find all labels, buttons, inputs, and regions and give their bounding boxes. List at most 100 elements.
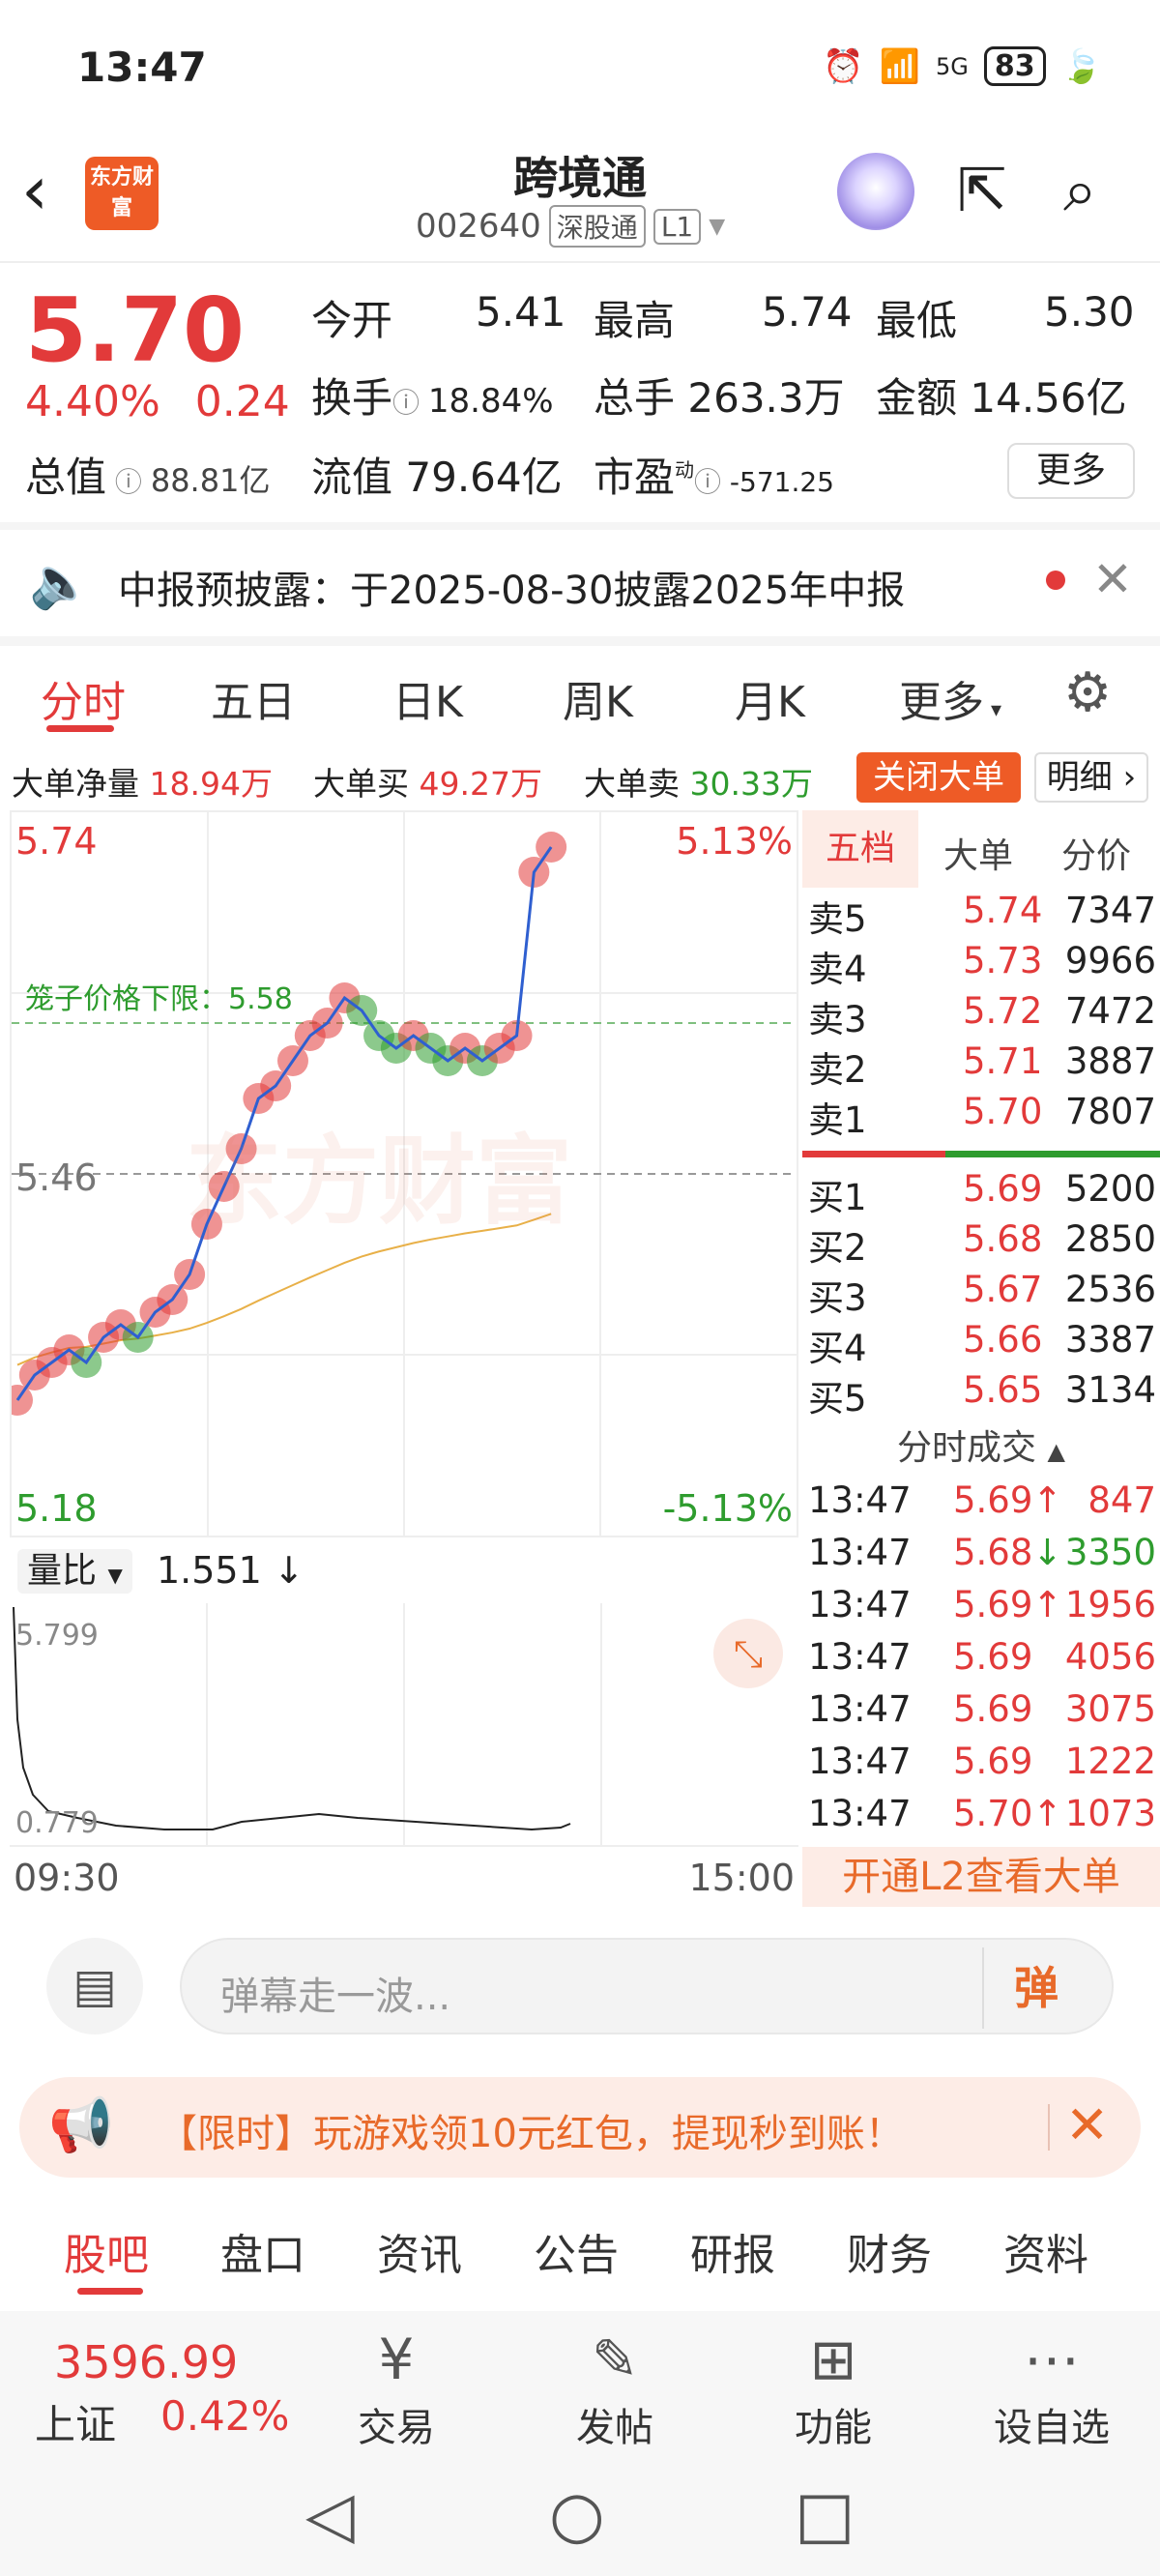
divider	[0, 636, 1160, 646]
document-icon[interactable]: ▤	[46, 1938, 143, 2034]
detail-button[interactable]: 明细 ›	[1034, 752, 1148, 803]
trade-time: 13:47	[808, 1688, 912, 1730]
close-icon[interactable]: ✕	[1065, 2094, 1109, 2155]
ask-row[interactable]: 卖2 5.71 3887	[808, 1040, 1156, 1091]
level-label: 买3	[808, 1277, 867, 1319]
tab-daily-k[interactable]: 日K	[392, 667, 463, 729]
level-label: 买4	[808, 1328, 867, 1369]
tab-news[interactable]: 资讯	[377, 2220, 462, 2282]
home-nav-icon[interactable]: ○	[549, 2477, 605, 2552]
functions-button[interactable]: ⊞ 功能	[766, 2328, 901, 2452]
volume-label: 总手	[594, 374, 676, 422]
back-nav-icon[interactable]: ◁	[305, 2477, 355, 2552]
close-icon[interactable]: ✕	[1092, 551, 1133, 607]
unread-dot	[1046, 571, 1065, 590]
level-price: 5.72	[963, 990, 1043, 1032]
more-button[interactable]: 更多	[1007, 443, 1135, 499]
bid-row[interactable]: 买5 5.65 3134	[808, 1369, 1156, 1420]
notice-bar[interactable]: 🔈 中报预披露：于2025-08-30披露2025年中报 ✕	[0, 530, 1160, 636]
level-price: 5.73	[963, 940, 1043, 981]
trades-header[interactable]: 分时成交 ▲	[802, 1420, 1160, 1474]
level-volume: 2850	[1064, 1218, 1156, 1260]
recents-nav-icon[interactable]: □	[795, 2477, 855, 2552]
float-cap-value: 79.64亿	[405, 454, 563, 501]
index-value[interactable]: 3596.99	[54, 2336, 238, 2388]
trade-price: 5.69	[953, 1741, 1033, 1782]
expand-icon[interactable]: ⤡	[713, 1619, 783, 1688]
trade-direction: ↑	[1032, 1793, 1063, 1834]
open-value: 5.41	[476, 288, 566, 336]
l2-upgrade-banner[interactable]: 开通L2查看大单	[802, 1847, 1160, 1907]
assistant-avatar-icon[interactable]	[837, 153, 914, 230]
bid-row[interactable]: 买4 5.66 3387	[808, 1319, 1156, 1369]
ask-row[interactable]: 卖5 5.74 7347	[808, 890, 1156, 940]
promo-text[interactable]: 【限时】玩游戏领10元红包，提现秒到账！	[159, 2102, 904, 2158]
high-value: 5.74	[762, 288, 853, 336]
tab-big-orders[interactable]: 大单	[943, 828, 1013, 878]
tab-more[interactable]: 更多 ▾	[899, 667, 1001, 729]
promo-banner[interactable]: 📢 【限时】玩游戏领10元红包，提现秒到账！ ✕	[19, 2077, 1141, 2178]
share-icon[interactable]: ⇱	[957, 155, 1007, 225]
status-bar: 13:47 ⏰ 📶 5G 83 🍃	[0, 0, 1160, 145]
gear-icon[interactable]: ⚙	[1063, 661, 1112, 724]
level-price: 5.68	[963, 1218, 1043, 1260]
ask-row[interactable]: 卖4 5.73 9966	[808, 940, 1156, 990]
danmaku-input[interactable]: 弹幕走一波... 弹	[180, 1938, 1114, 2034]
trade-direction: ↑	[1032, 1479, 1063, 1521]
stock-header: ‹ 东方财富 跨境通 002640 深股通 L1 ▼ ⇱ ⌕	[0, 135, 1160, 261]
bid-row[interactable]: 买3 5.67 2536	[808, 1269, 1156, 1319]
info-icon[interactable]: ⓘ	[694, 466, 730, 498]
indicator-select[interactable]: 量比 ▼	[17, 1549, 132, 1594]
ask-row[interactable]: 卖3 5.72 7472	[808, 990, 1156, 1040]
search-icon[interactable]: ⌕	[1063, 155, 1097, 226]
last-price: 5.70	[25, 278, 245, 382]
tab-pankou[interactable]: 盘口	[220, 2220, 305, 2282]
grid-icon: ⊞	[809, 2327, 857, 2392]
bid-row[interactable]: 买2 5.68 2850	[808, 1218, 1156, 1269]
tab-research[interactable]: 研报	[690, 2220, 775, 2282]
volume-ratio-chart[interactable]: 5.799 0.779 ⤡	[10, 1603, 798, 1847]
net-label: 大单净量	[12, 765, 139, 803]
trade-row: 13:47 5.69 3075	[808, 1688, 1156, 1739]
tab-intraday[interactable]: 分时	[41, 667, 126, 729]
trade-volume: 1222	[1064, 1741, 1156, 1782]
high-label: 最高	[594, 297, 676, 344]
volume-ratio-bar: 量比 ▼ 1.551 ↓	[10, 1539, 798, 1603]
add-watchlist-button[interactable]: ⋯ 设自选	[984, 2328, 1119, 2452]
bid-row[interactable]: 买1 5.69 5200	[808, 1168, 1156, 1218]
tab-profile[interactable]: 资料	[1003, 2220, 1088, 2282]
buy-sell-ratio-bar	[802, 1151, 1160, 1157]
level-volume: 5200	[1064, 1168, 1156, 1210]
market-tag: 深股通	[548, 205, 646, 248]
danmaku-button[interactable]: 弹	[982, 1947, 1088, 2029]
trade-row: 13:47 5.70 ↑ 1073	[808, 1793, 1156, 1843]
tab-guba[interactable]: 股吧	[64, 2220, 149, 2282]
notice-text[interactable]: 中报预披露：于2025-08-30披露2025年中报	[118, 559, 905, 615]
tab-monthly-k[interactable]: 月K	[735, 667, 805, 729]
info-icon[interactable]: ⓘ	[392, 387, 428, 419]
sell-value: 30.33万	[689, 765, 813, 803]
level-label: 卖1	[808, 1099, 867, 1141]
trade-button[interactable]: ¥ 交易	[329, 2328, 464, 2452]
index-name[interactable]: 上证	[35, 2392, 116, 2451]
trade-volume: 4056	[1064, 1636, 1156, 1678]
tab-weekly-k[interactable]: 周K	[563, 667, 633, 729]
buy-value: 49.27万	[419, 765, 542, 803]
ask-row[interactable]: 卖1 5.70 7807	[808, 1091, 1156, 1141]
tab-finance[interactable]: 财务	[847, 2220, 932, 2282]
intraday-chart[interactable]: 东方财富 5.74 5.13% 5.46 5.18 -5.13% 笼子价格下限：…	[10, 810, 798, 1537]
tab-price-distribution[interactable]: 分价	[1061, 828, 1131, 878]
turnover-value: 18.84%	[427, 382, 554, 421]
bottom-dock: 3596.99 上证 0.42% ¥ 交易 ✎ 发帖 ⊞ 功能 ⋯ 设自选	[0, 2311, 1160, 2454]
ratio-bottom-label: 0.779	[15, 1806, 99, 1840]
tab-five-day[interactable]: 五日	[211, 667, 296, 729]
post-button[interactable]: ✎ 发帖	[547, 2328, 682, 2452]
close-big-order-button[interactable]: 关闭大单	[856, 752, 1021, 803]
level-volume: 7472	[1064, 990, 1156, 1032]
stock-code-row[interactable]: 002640 深股通 L1 ▼	[416, 205, 725, 248]
level-label: 卖2	[808, 1049, 867, 1091]
tab-five-levels[interactable]: 五档	[802, 810, 918, 888]
info-icon[interactable]: ⓘ	[106, 466, 151, 498]
volume-value: 263.3万	[687, 374, 845, 422]
tab-announcements[interactable]: 公告	[534, 2220, 619, 2282]
